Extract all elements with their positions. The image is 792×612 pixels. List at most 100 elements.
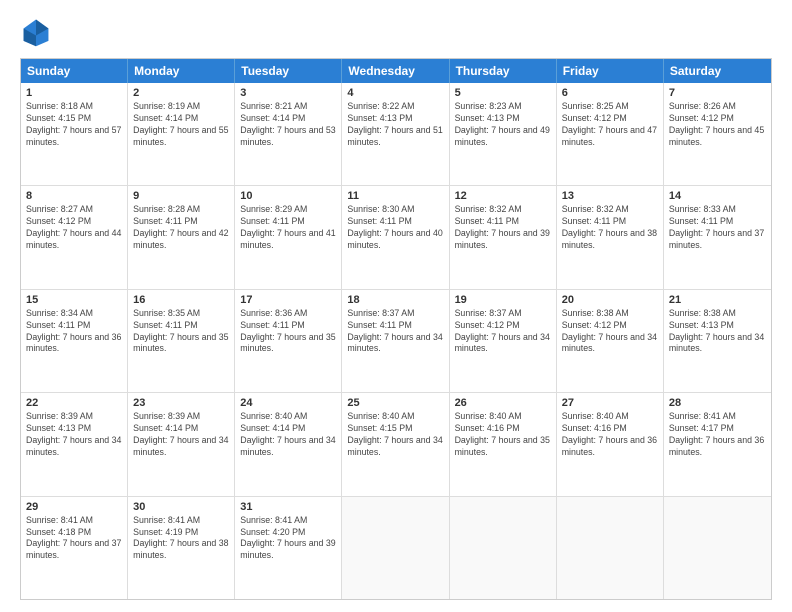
day-number: 23 — [133, 397, 229, 409]
page: SundayMondayTuesdayWednesdayThursdayFrid… — [0, 0, 792, 612]
calendar-day-3: 3 Sunrise: 8:21 AMSunset: 4:14 PMDaylight… — [235, 83, 342, 185]
day-info: Sunrise: 8:41 AMSunset: 4:17 PMDaylight:… — [669, 411, 766, 459]
day-number: 16 — [133, 294, 229, 306]
calendar-empty-cell — [557, 497, 664, 599]
day-info: Sunrise: 8:37 AMSunset: 4:12 PMDaylight:… — [455, 308, 551, 356]
calendar-empty-cell — [342, 497, 449, 599]
calendar-day-10: 10 Sunrise: 8:29 AMSunset: 4:11 PMDayligh… — [235, 186, 342, 288]
day-number: 6 — [562, 87, 658, 99]
day-info: Sunrise: 8:37 AMSunset: 4:11 PMDaylight:… — [347, 308, 443, 356]
day-info: Sunrise: 8:32 AMSunset: 4:11 PMDaylight:… — [455, 204, 551, 252]
day-number: 5 — [455, 87, 551, 99]
calendar-empty-cell — [450, 497, 557, 599]
day-info: Sunrise: 8:22 AMSunset: 4:13 PMDaylight:… — [347, 101, 443, 149]
day-info: Sunrise: 8:33 AMSunset: 4:11 PMDaylight:… — [669, 204, 766, 252]
day-info: Sunrise: 8:34 AMSunset: 4:11 PMDaylight:… — [26, 308, 122, 356]
day-info: Sunrise: 8:38 AMSunset: 4:12 PMDaylight:… — [562, 308, 658, 356]
day-info: Sunrise: 8:23 AMSunset: 4:13 PMDaylight:… — [455, 101, 551, 149]
day-info: Sunrise: 8:40 AMSunset: 4:14 PMDaylight:… — [240, 411, 336, 459]
day-number: 15 — [26, 294, 122, 306]
calendar-day-6: 6 Sunrise: 8:25 AMSunset: 4:12 PMDaylight… — [557, 83, 664, 185]
day-info: Sunrise: 8:25 AMSunset: 4:12 PMDaylight:… — [562, 101, 658, 149]
day-number: 25 — [347, 397, 443, 409]
calendar-day-14: 14 Sunrise: 8:33 AMSunset: 4:11 PMDayligh… — [664, 186, 771, 288]
day-number: 4 — [347, 87, 443, 99]
calendar-body: 1 Sunrise: 8:18 AMSunset: 4:15 PMDaylight… — [21, 83, 771, 599]
calendar-day-2: 2 Sunrise: 8:19 AMSunset: 4:14 PMDaylight… — [128, 83, 235, 185]
calendar-day-29: 29 Sunrise: 8:41 AMSunset: 4:18 PMDayligh… — [21, 497, 128, 599]
calendar-day-11: 11 Sunrise: 8:30 AMSunset: 4:11 PMDayligh… — [342, 186, 449, 288]
day-info: Sunrise: 8:41 AMSunset: 4:20 PMDaylight:… — [240, 515, 336, 563]
day-number: 8 — [26, 190, 122, 202]
day-of-week-friday: Friday — [557, 59, 664, 83]
day-info: Sunrise: 8:32 AMSunset: 4:11 PMDaylight:… — [562, 204, 658, 252]
day-number: 30 — [133, 501, 229, 513]
calendar-row-4: 22 Sunrise: 8:39 AMSunset: 4:13 PMDayligh… — [21, 393, 771, 496]
day-info: Sunrise: 8:29 AMSunset: 4:11 PMDaylight:… — [240, 204, 336, 252]
calendar-day-24: 24 Sunrise: 8:40 AMSunset: 4:14 PMDayligh… — [235, 393, 342, 495]
calendar-day-22: 22 Sunrise: 8:39 AMSunset: 4:13 PMDayligh… — [21, 393, 128, 495]
day-number: 19 — [455, 294, 551, 306]
day-info: Sunrise: 8:40 AMSunset: 4:16 PMDaylight:… — [455, 411, 551, 459]
calendar-day-5: 5 Sunrise: 8:23 AMSunset: 4:13 PMDaylight… — [450, 83, 557, 185]
day-of-week-saturday: Saturday — [664, 59, 771, 83]
calendar-row-1: 1 Sunrise: 8:18 AMSunset: 4:15 PMDaylight… — [21, 83, 771, 186]
day-number: 22 — [26, 397, 122, 409]
calendar-day-25: 25 Sunrise: 8:40 AMSunset: 4:15 PMDayligh… — [342, 393, 449, 495]
day-of-week-thursday: Thursday — [450, 59, 557, 83]
logo — [20, 16, 56, 48]
calendar-empty-cell — [664, 497, 771, 599]
day-number: 12 — [455, 190, 551, 202]
day-of-week-sunday: Sunday — [21, 59, 128, 83]
day-number: 1 — [26, 87, 122, 99]
day-number: 28 — [669, 397, 766, 409]
day-info: Sunrise: 8:19 AMSunset: 4:14 PMDaylight:… — [133, 101, 229, 149]
day-number: 29 — [26, 501, 122, 513]
calendar-header: SundayMondayTuesdayWednesdayThursdayFrid… — [21, 59, 771, 83]
calendar-day-20: 20Sunrise: 8:38 AMSunset: 4:12 PMDayligh… — [557, 290, 664, 392]
day-number: 27 — [562, 397, 658, 409]
day-info: Sunrise: 8:26 AMSunset: 4:12 PMDaylight:… — [669, 101, 766, 149]
calendar-day-21: 21Sunrise: 8:38 AMSunset: 4:13 PMDayligh… — [664, 290, 771, 392]
day-info: Sunrise: 8:27 AMSunset: 4:12 PMDaylight:… — [26, 204, 122, 252]
calendar: SundayMondayTuesdayWednesdayThursdayFrid… — [20, 58, 772, 600]
calendar-day-23: 23 Sunrise: 8:39 AMSunset: 4:14 PMDayligh… — [128, 393, 235, 495]
calendar-day-27: 27 Sunrise: 8:40 AMSunset: 4:16 PMDayligh… — [557, 393, 664, 495]
day-number: 11 — [347, 190, 443, 202]
day-number: 13 — [562, 190, 658, 202]
calendar-day-12: 12 Sunrise: 8:32 AMSunset: 4:11 PMDayligh… — [450, 186, 557, 288]
calendar-row-5: 29 Sunrise: 8:41 AMSunset: 4:18 PMDayligh… — [21, 497, 771, 599]
calendar-day-18: 18Sunrise: 8:37 AMSunset: 4:11 PMDayligh… — [342, 290, 449, 392]
calendar-day-26: 26 Sunrise: 8:40 AMSunset: 4:16 PMDayligh… — [450, 393, 557, 495]
day-info: Sunrise: 8:39 AMSunset: 4:13 PMDaylight:… — [26, 411, 122, 459]
day-number: 31 — [240, 501, 336, 513]
day-info: Sunrise: 8:30 AMSunset: 4:11 PMDaylight:… — [347, 204, 443, 252]
day-number: 14 — [669, 190, 766, 202]
calendar-day-31: 31 Sunrise: 8:41 AMSunset: 4:20 PMDayligh… — [235, 497, 342, 599]
day-number: 10 — [240, 190, 336, 202]
day-number: 24 — [240, 397, 336, 409]
day-info: Sunrise: 8:36 AMSunset: 4:11 PMDaylight:… — [240, 308, 336, 356]
day-number: 26 — [455, 397, 551, 409]
day-info: Sunrise: 8:28 AMSunset: 4:11 PMDaylight:… — [133, 204, 229, 252]
calendar-row-2: 8 Sunrise: 8:27 AMSunset: 4:12 PMDaylight… — [21, 186, 771, 289]
calendar-day-8: 8 Sunrise: 8:27 AMSunset: 4:12 PMDaylight… — [21, 186, 128, 288]
calendar-day-30: 30Sunrise: 8:41 AMSunset: 4:19 PMDayligh… — [128, 497, 235, 599]
calendar-day-19: 19 Sunrise: 8:37 AMSunset: 4:12 PMDayligh… — [450, 290, 557, 392]
day-info: Sunrise: 8:40 AMSunset: 4:16 PMDaylight:… — [562, 411, 658, 459]
calendar-row-3: 15 Sunrise: 8:34 AMSunset: 4:11 PMDayligh… — [21, 290, 771, 393]
day-info: Sunrise: 8:18 AMSunset: 4:15 PMDaylight:… — [26, 101, 122, 149]
day-info: Sunrise: 8:41 AMSunset: 4:18 PMDaylight:… — [26, 515, 122, 563]
day-of-week-tuesday: Tuesday — [235, 59, 342, 83]
calendar-day-16: 16Sunrise: 8:35 AMSunset: 4:11 PMDayligh… — [128, 290, 235, 392]
day-info: Sunrise: 8:40 AMSunset: 4:15 PMDaylight:… — [347, 411, 443, 459]
day-info: Sunrise: 8:21 AMSunset: 4:14 PMDaylight:… — [240, 101, 336, 149]
day-number: 21 — [669, 294, 766, 306]
calendar-day-7: 7Sunrise: 8:26 AMSunset: 4:12 PMDaylight… — [664, 83, 771, 185]
logo-icon — [20, 16, 52, 48]
calendar-day-4: 4 Sunrise: 8:22 AMSunset: 4:13 PMDaylight… — [342, 83, 449, 185]
day-info: Sunrise: 8:39 AMSunset: 4:14 PMDaylight:… — [133, 411, 229, 459]
day-number: 2 — [133, 87, 229, 99]
calendar-day-1: 1 Sunrise: 8:18 AMSunset: 4:15 PMDaylight… — [21, 83, 128, 185]
day-number: 3 — [240, 87, 336, 99]
